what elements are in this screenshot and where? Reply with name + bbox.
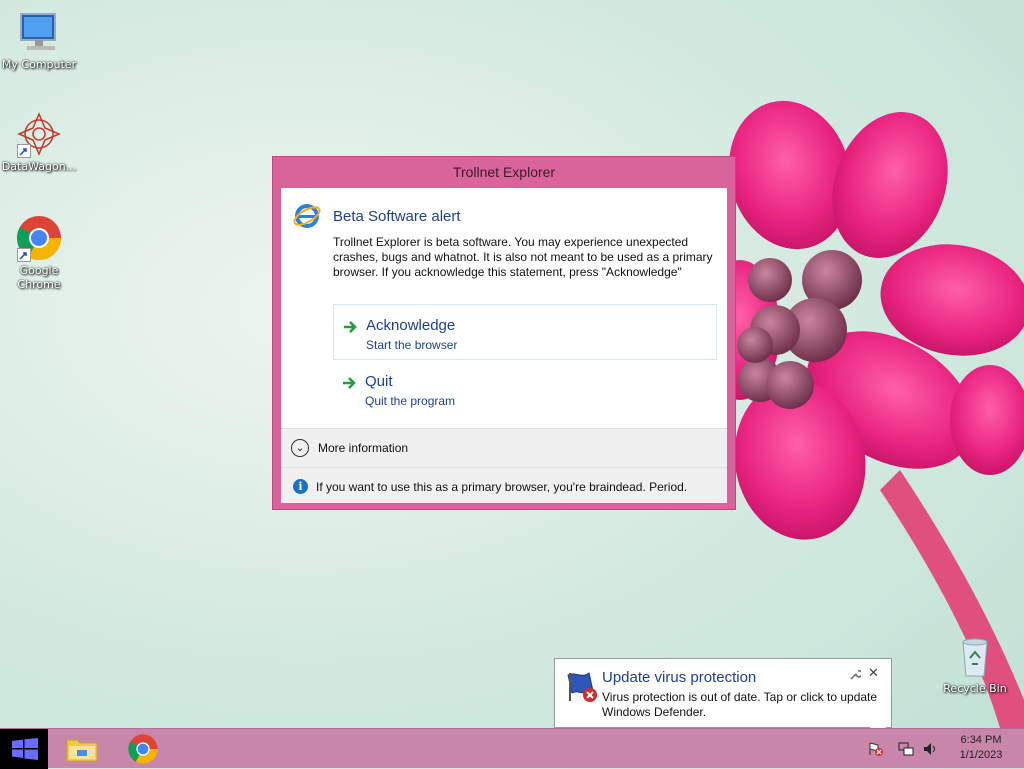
dialog-content: Beta Software alert Trollnet Explorer is…	[281, 188, 727, 503]
info-icon: i	[293, 479, 308, 494]
beta-alert-dialog: Trollnet Explorer Beta Software alert Tr…	[272, 156, 736, 510]
desktop-icon-recycle-bin[interactable]: Recycle Bin	[937, 632, 1013, 696]
clock-time: 6:34 PM	[960, 734, 1002, 746]
action-center-alert-icon[interactable]	[868, 741, 884, 757]
shortcut-arrow-icon	[17, 248, 31, 262]
desktop-icon-datawagon[interactable]: DataWagon...	[1, 110, 77, 174]
more-information-toggle[interactable]: ⌄ More information	[281, 428, 727, 468]
datawagon-icon	[15, 110, 63, 158]
desktop-icon-label: Google Chrome	[17, 264, 61, 291]
acknowledge-button[interactable]: Acknowledge Start the browser	[333, 304, 717, 360]
alert-heading: Beta Software alert	[333, 207, 461, 225]
dialog-footer: i If you want to use this as a primary b…	[281, 468, 727, 503]
quit-sublabel: Quit the program	[365, 394, 456, 408]
green-arrow-icon	[344, 321, 357, 333]
taskbar-clock[interactable]: 6:34 PM 1/1/2023	[950, 733, 1012, 763]
acknowledge-sublabel: Start the browser	[366, 338, 458, 352]
shortcut-arrow-icon	[17, 144, 31, 158]
desktop-icon-my-computer[interactable]: My Computer	[1, 8, 77, 72]
notification-title: Update virus protection	[602, 669, 757, 686]
file-explorer-icon	[66, 739, 98, 762]
windows-logo-icon	[12, 738, 38, 760]
network-icon[interactable]	[898, 741, 914, 757]
desktop-icon-label: DataWagon...	[1, 160, 77, 173]
recycle-bin-icon	[951, 632, 999, 680]
desktop-icon-label: Recycle Bin	[943, 682, 1007, 695]
settings-wrench-icon[interactable]	[849, 669, 863, 684]
desktop-icon-google-chrome[interactable]: Google Chrome	[1, 214, 77, 292]
taskbar: 6:34 PM 1/1/2023	[0, 728, 1024, 769]
start-button[interactable]	[0, 729, 48, 769]
notification-close-button[interactable]: ✕	[868, 666, 879, 681]
alert-message: Trollnet Explorer is beta software. You …	[333, 235, 713, 279]
browser-logo-icon	[293, 204, 321, 228]
alert-header: Beta Software alert	[293, 202, 461, 230]
taskbar-file-explorer[interactable]	[52, 729, 112, 769]
more-information-label: More information	[318, 441, 409, 455]
chrome-icon	[128, 734, 158, 764]
quit-button[interactable]: Quit Quit the program	[333, 361, 717, 417]
defender-notification[interactable]: Update virus protection Virus protection…	[554, 658, 892, 728]
acknowledge-label: Acknowledge	[366, 317, 456, 334]
chevron-down-icon: ⌄	[291, 439, 309, 457]
chrome-icon	[15, 214, 63, 262]
dialog-title-bar[interactable]: Trollnet Explorer	[273, 157, 735, 187]
quit-label: Quit	[365, 373, 393, 390]
volume-icon[interactable]	[922, 741, 938, 757]
green-arrow-icon	[343, 377, 356, 389]
clock-date: 1/1/2023	[959, 749, 1003, 761]
footer-text: If you want to use this as a primary bro…	[316, 480, 688, 494]
defender-alert-icon	[567, 672, 597, 702]
desktop-icon-label: My Computer	[1, 58, 77, 71]
notification-message: Virus protection is out of date. Tap or …	[602, 690, 878, 719]
computer-icon	[15, 8, 63, 56]
taskbar-chrome[interactable]	[113, 729, 173, 769]
